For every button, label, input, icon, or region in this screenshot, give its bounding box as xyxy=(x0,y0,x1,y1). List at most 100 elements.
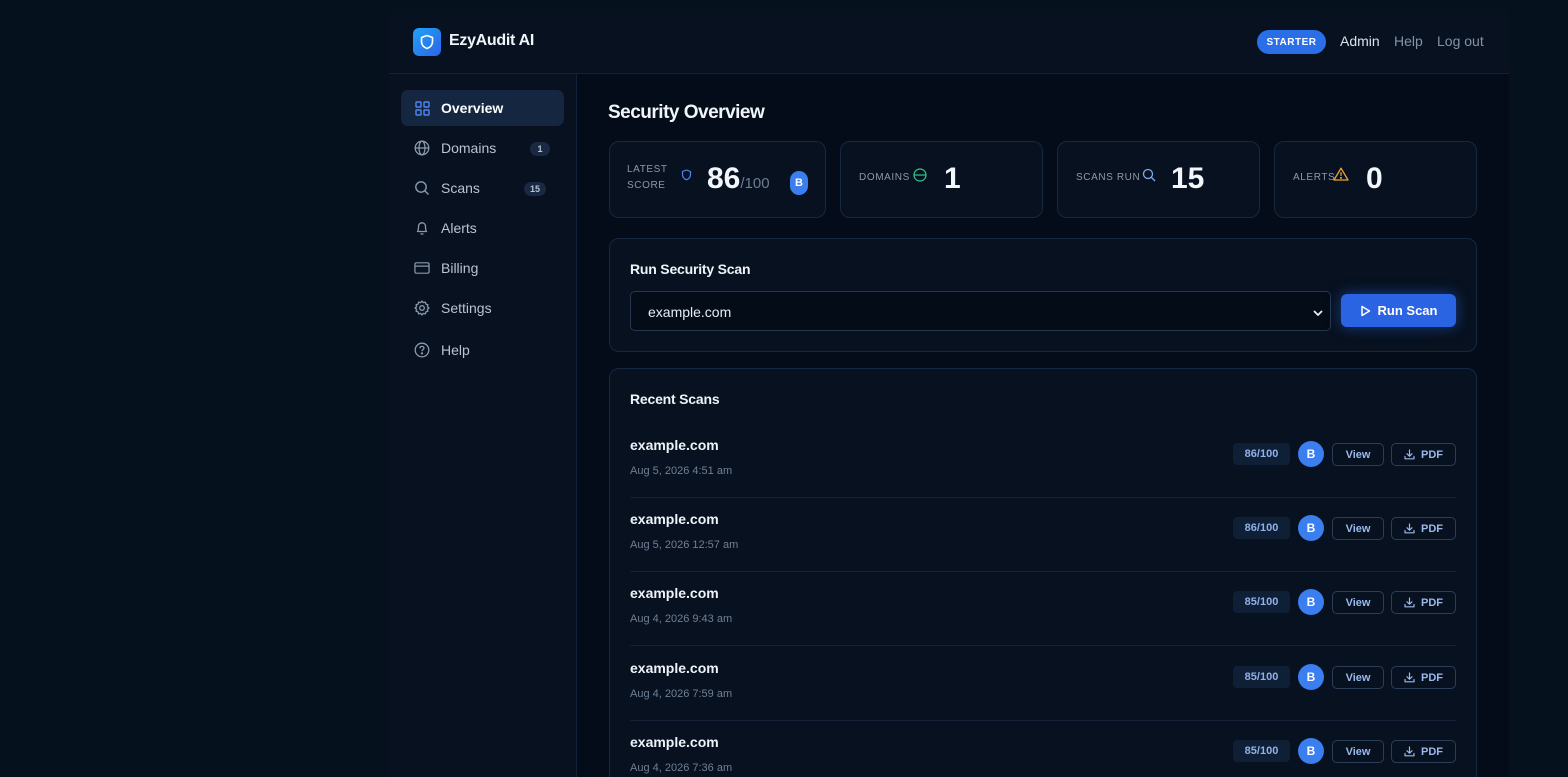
scan-date: Aug 5, 2026 12:57 am xyxy=(630,539,739,551)
scan-domain: example.com xyxy=(630,511,719,527)
recent-scans-title: Recent Scans xyxy=(630,391,720,407)
globe-icon xyxy=(414,140,430,156)
sidebar-item-settings[interactable]: Settings xyxy=(401,290,564,326)
view-button[interactable]: View xyxy=(1332,591,1384,614)
sidebar-item-help[interactable]: Help xyxy=(401,332,564,368)
scan-date: Aug 4, 2026 7:36 am xyxy=(630,762,733,774)
gear-icon xyxy=(414,300,430,316)
sidebar-item-alerts[interactable]: Alerts xyxy=(401,210,564,246)
grid-icon xyxy=(414,100,430,116)
download-icon xyxy=(1404,523,1415,534)
chevron-down-icon xyxy=(1312,306,1324,318)
download-icon xyxy=(1404,672,1415,683)
sidebar-item-label: Overview xyxy=(441,100,504,116)
pdf-download-button[interactable]: PDF xyxy=(1391,740,1456,763)
scan-score-badge: 85/100 xyxy=(1233,666,1290,688)
pdf-label: PDF xyxy=(1421,671,1443,684)
scans-count-badge: 15 xyxy=(524,182,547,196)
sidebar-item-label: Billing xyxy=(441,260,479,276)
view-button[interactable]: View xyxy=(1332,666,1384,689)
run-scan-button[interactable]: Run Scan xyxy=(1341,294,1456,327)
scan-grade-badge: B xyxy=(1298,738,1324,764)
scan-score-badge: 86/100 xyxy=(1233,443,1290,465)
run-scan-card: Run Security Scan example.com Run Scan xyxy=(609,238,1477,352)
stat-label-line1: LATEST xyxy=(627,164,668,175)
scan-row: example.com Aug 4, 2026 7:59 am 85/100 B… xyxy=(630,647,1456,721)
help-link[interactable]: Help xyxy=(1394,33,1423,49)
scan-date: Aug 4, 2026 7:59 am xyxy=(630,688,733,700)
credit-card-icon xyxy=(414,260,430,276)
stat-label-score: LATEST SCORE xyxy=(627,162,668,194)
stat-card-alerts: ALERTS 0 xyxy=(1274,141,1477,218)
sidebar-item-label: Scans xyxy=(441,180,480,196)
app-name[interactable]: EzyAudit AI xyxy=(449,32,534,50)
scan-grade-badge: B xyxy=(1298,515,1324,541)
pdf-label: PDF xyxy=(1421,596,1443,609)
sidebar-item-domains[interactable]: Domains 1 xyxy=(401,130,564,166)
scan-date: Aug 4, 2026 9:43 am xyxy=(630,613,733,625)
search-icon xyxy=(414,180,430,196)
globe-icon xyxy=(913,168,927,187)
page-title: Security Overview xyxy=(608,102,765,123)
domains-value: 1 xyxy=(944,162,961,195)
pdf-download-button[interactable]: PDF xyxy=(1391,666,1456,689)
score-number: 86 xyxy=(707,162,741,195)
scans-value: 15 xyxy=(1171,162,1205,195)
pdf-download-button[interactable]: PDF xyxy=(1391,591,1456,614)
search-icon xyxy=(1142,168,1156,187)
warning-triangle-icon xyxy=(1333,167,1349,186)
pdf-label: PDF xyxy=(1421,448,1443,461)
latest-score-value: 86/100 xyxy=(707,162,770,196)
sidebar-item-label: Settings xyxy=(441,300,492,316)
sidebar-item-billing[interactable]: Billing xyxy=(401,250,564,286)
scan-date: Aug 5, 2026 4:51 am xyxy=(630,465,733,477)
scan-row: example.com Aug 5, 2026 12:57 am 86/100 … xyxy=(630,498,1456,572)
pdf-label: PDF xyxy=(1421,522,1443,535)
download-icon xyxy=(1404,746,1415,757)
run-scan-label: Run Scan xyxy=(1377,303,1438,318)
scan-grade-badge: B xyxy=(1298,589,1324,615)
view-button[interactable]: View xyxy=(1332,517,1384,540)
stat-label-domains: DOMAINS xyxy=(859,172,910,183)
download-icon xyxy=(1404,597,1415,608)
pdf-label: PDF xyxy=(1421,745,1443,758)
scan-row: example.com Aug 5, 2026 4:51 am 86/100 B… xyxy=(630,424,1456,498)
stat-card-domains: DOMAINS 1 xyxy=(840,141,1043,218)
view-button[interactable]: View xyxy=(1332,443,1384,466)
scan-score-badge: 86/100 xyxy=(1233,517,1290,539)
scan-domain: example.com xyxy=(630,660,719,676)
sidebar: Overview Domains 1 Scans 15 Alerts Billi… xyxy=(389,74,577,777)
scan-grade-badge: B xyxy=(1298,441,1324,467)
sidebar-item-overview[interactable]: Overview xyxy=(401,90,564,126)
play-icon xyxy=(1360,305,1370,316)
stat-label-alerts: ALERTS xyxy=(1293,172,1336,183)
plan-badge: STARTER xyxy=(1257,30,1326,54)
stat-card-score: LATEST SCORE 86/100 B xyxy=(609,141,826,218)
logout-link[interactable]: Log out xyxy=(1437,33,1484,49)
scan-grade-badge: B xyxy=(1298,664,1324,690)
sidebar-item-label: Help xyxy=(441,342,470,358)
sidebar-item-scans[interactable]: Scans 15 xyxy=(401,170,564,206)
score-suffix: /100 xyxy=(740,175,770,192)
sidebar-item-label: Alerts xyxy=(441,220,477,236)
pdf-download-button[interactable]: PDF xyxy=(1391,517,1456,540)
view-button[interactable]: View xyxy=(1332,740,1384,763)
download-icon xyxy=(1404,449,1415,460)
admin-link[interactable]: Admin xyxy=(1340,33,1380,49)
pdf-download-button[interactable]: PDF xyxy=(1391,443,1456,466)
sidebar-item-label: Domains xyxy=(441,140,497,156)
stat-label-scans: SCANS RUN xyxy=(1076,172,1141,183)
help-circle-icon xyxy=(414,342,430,358)
recent-scans-card: Recent Scans example.com Aug 5, 2026 4:5… xyxy=(609,368,1477,777)
domains-count-badge: 1 xyxy=(530,142,550,156)
scan-domain: example.com xyxy=(630,734,719,750)
domain-select[interactable]: example.com xyxy=(630,291,1331,331)
scan-domain: example.com xyxy=(630,437,719,453)
scan-row: example.com Aug 4, 2026 7:36 am 85/100 B… xyxy=(630,721,1456,777)
domain-select-value: example.com xyxy=(648,304,732,320)
grade-badge: B xyxy=(790,171,808,195)
top-header: EzyAudit AI STARTER Admin Help Log out xyxy=(389,10,1509,74)
app-window: EzyAudit AI STARTER Admin Help Log out O… xyxy=(389,10,1509,777)
shield-logo-icon xyxy=(413,28,441,56)
alerts-value: 0 xyxy=(1366,162,1383,195)
